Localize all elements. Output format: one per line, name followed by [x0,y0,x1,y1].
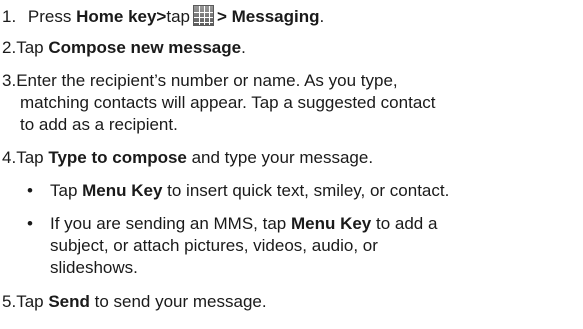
step-5-send: Send [48,292,90,311]
bullet-1-menu-key: Menu Key [82,181,163,200]
step-3-number: 3. [2,71,17,90]
bullet-2-text-a: If you are sending an MMS, tap [50,214,291,233]
bullet-2-text-c: to add a [371,214,438,233]
step-5-text: Tap [16,292,49,311]
step-5: 5.Tap Send to send your message. [2,292,267,312]
step-2-compose: Compose new message [48,38,242,57]
bullet-2-line-2: subject, or attach pictures, videos, aud… [50,236,378,256]
step-1-home-key: Home key> [76,7,167,26]
bullet-2-menu-key: Menu Key [290,214,372,233]
bullet-2-line-3: slideshows. [50,258,138,278]
step-3-text-line-2: matching contacts will appear. Tap a sug… [20,93,436,112]
bullet-2-text-line-3: slideshows. [50,258,138,277]
step-2: 2.Tap Compose new message. [2,38,246,58]
step-3-line-2: matching contacts will appear. Tap a sug… [20,93,436,113]
step-1-tap: tap [166,7,190,26]
step-3-line-3: to add as a recipient. [20,115,178,135]
step-5-rest: to send your message. [89,292,267,311]
step-1-number: 1. [2,7,17,26]
bullet-1-dot: • [27,181,33,200]
step-4-number: 4. [2,148,17,167]
step-4-text: Tap [16,148,49,167]
step-1-text: Press [27,7,77,26]
bullet-1-text: Tap [50,181,83,200]
step-3-text-line-3: to add as a recipient. [20,115,178,134]
bullet-2-dot: • [27,214,33,233]
step-2-text: Tap [16,38,49,57]
bullet-1-rest: to insert quick text, smiley, or contact… [162,181,450,200]
step-4-rest: and type your message. [186,148,374,167]
app-grid-icon [193,5,214,26]
step-4: 4.Tap Type to compose and type your mess… [2,148,373,168]
step-1: 1. Press Home key>tap > Messaging. [2,5,324,27]
step-1-period: . [319,7,325,26]
step-3-text-line-1: Enter the recipient’s number or name. As… [16,71,398,90]
step-2-period: . [241,38,246,57]
step-4-type-to-compose: Type to compose [48,148,187,167]
step-2-number: 2. [2,38,17,57]
step-3-line-1: 3.Enter the recipient’s number or name. … [2,71,398,91]
step-1-messaging: > Messaging [217,7,320,26]
bullet-2-text-line-2: subject, or attach pictures, videos, aud… [50,236,378,255]
bullet-1: Tap Menu Key to insert quick text, smile… [50,181,449,201]
bullet-2-line-1: If you are sending an MMS, tap Menu Key … [50,214,437,234]
step-5-number: 5. [2,292,17,311]
